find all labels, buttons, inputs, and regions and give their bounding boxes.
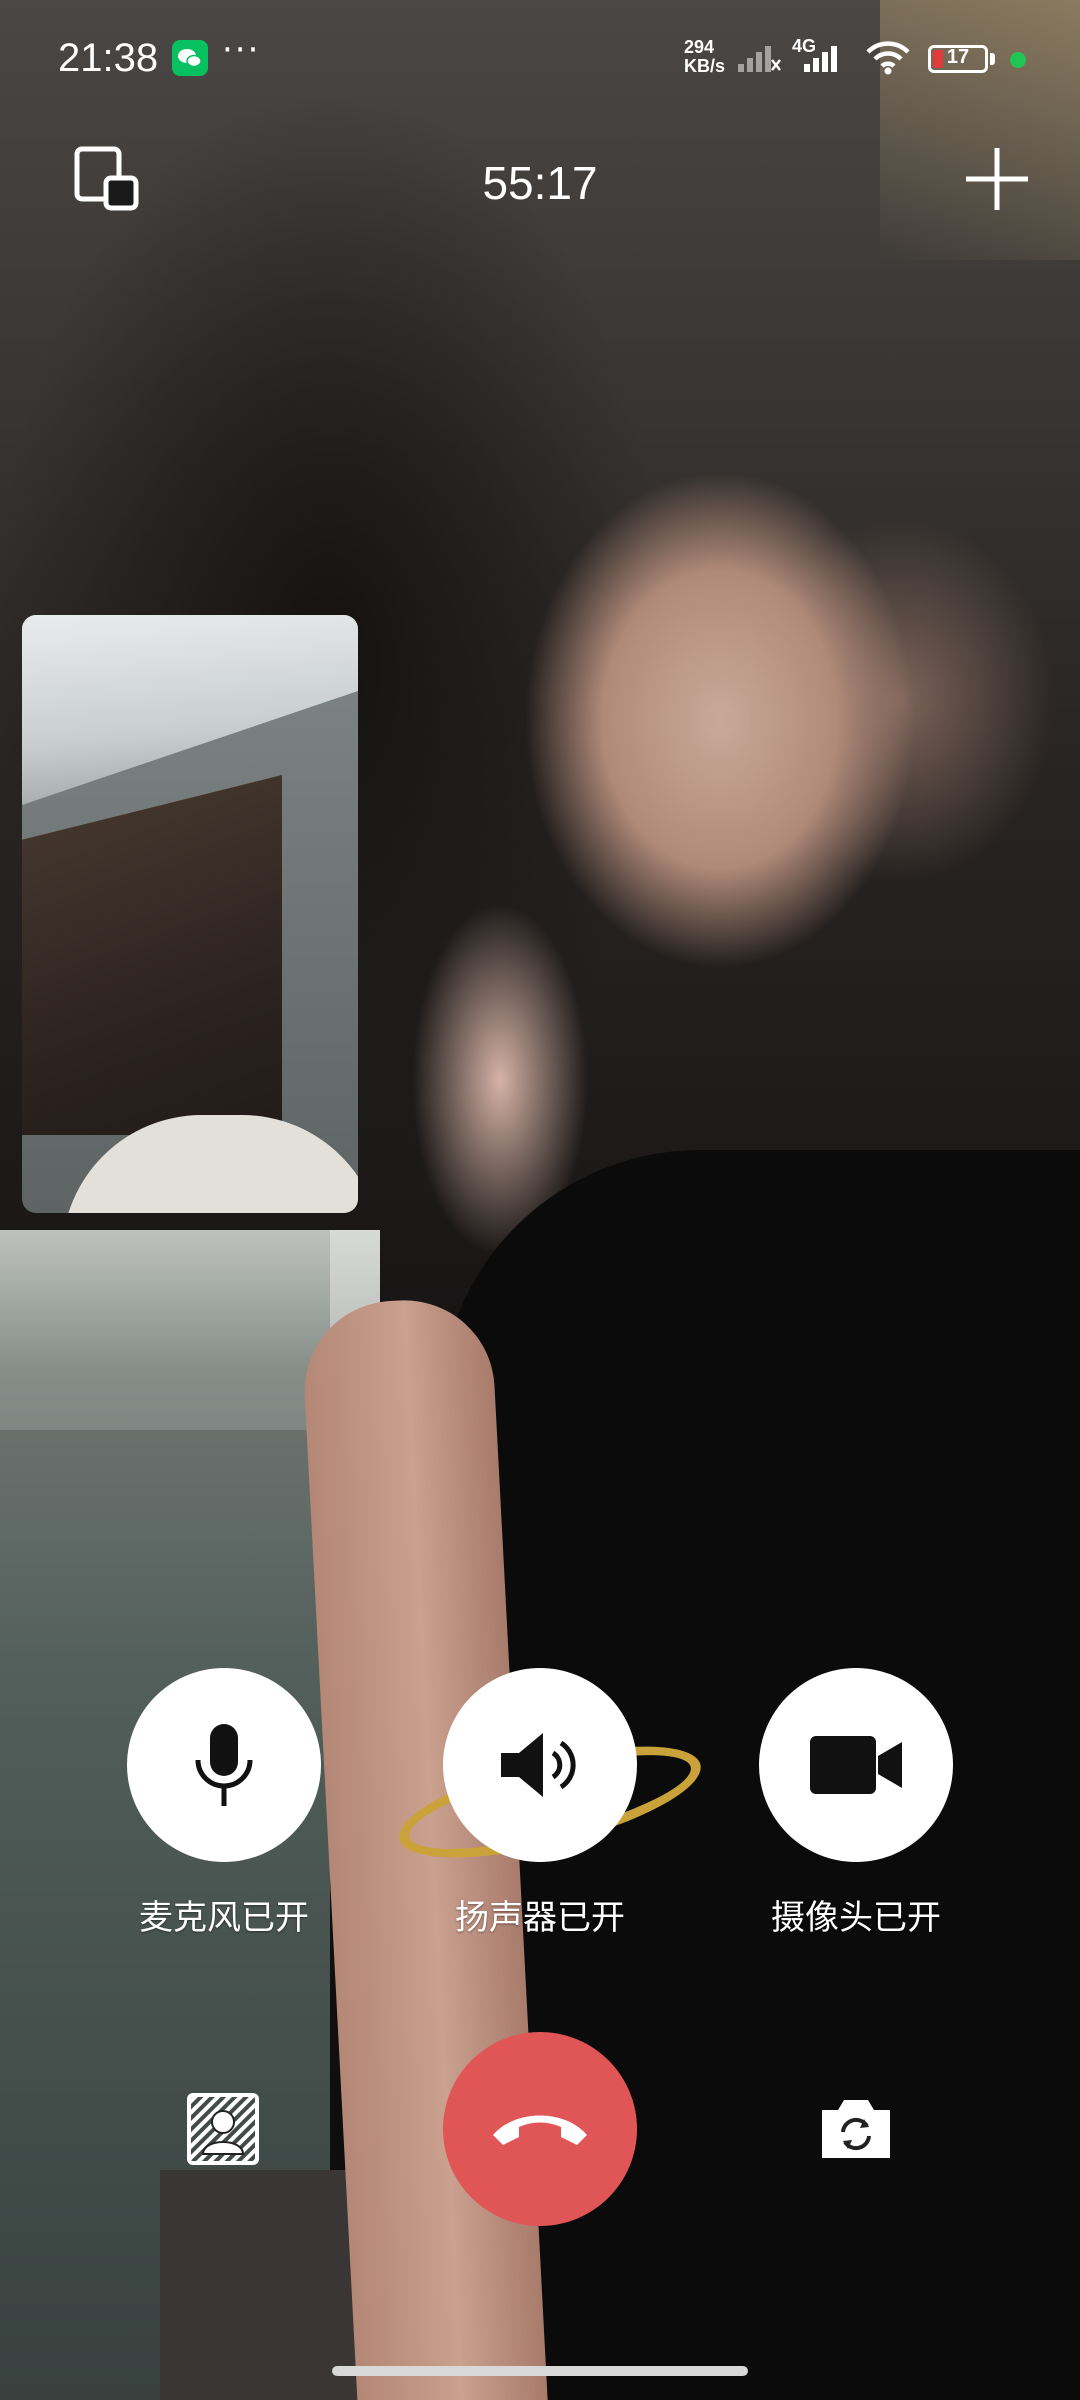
call-duration: 55:17 (482, 157, 598, 209)
network-speed-value: 294 (684, 37, 715, 57)
more-notifications-icon: ··· (222, 30, 261, 70)
speaker-button[interactable] (443, 1668, 637, 1862)
hang-up-button[interactable] (443, 2032, 637, 2226)
home-indicator[interactable] (332, 2366, 748, 2376)
microphone-toggle[interactable]: 麦克风已开 (99, 1668, 349, 1939)
network-speed: 294 KB/s (684, 38, 725, 76)
blur-background-icon (187, 2093, 259, 2165)
camera-button[interactable] (759, 1668, 953, 1862)
phone-hangup-icon (493, 2115, 587, 2145)
speaker-toggle[interactable]: 扬声器已开 (415, 1668, 665, 1939)
camera-toggle[interactable]: 摄像头已开 (731, 1668, 981, 1939)
network-speed-unit: KB/s (684, 56, 726, 76)
battery-icon: 17 (928, 45, 988, 73)
background-blur-button[interactable] (186, 2092, 260, 2166)
speaker-label: 扬声器已开 (455, 1898, 625, 1938)
add-participant-button[interactable] (962, 144, 1032, 214)
sim1-signal-icon (738, 42, 782, 78)
microphone-button[interactable] (127, 1668, 321, 1862)
microphone-icon (195, 1724, 253, 1806)
video-camera-icon (810, 1736, 902, 1794)
battery-tip (990, 53, 995, 65)
local-video-preview[interactable] (22, 615, 358, 1213)
plus-icon (966, 148, 1028, 210)
camera-label: 摄像头已开 (771, 1898, 941, 1938)
status-bar: 21:38 ··· 294 KB/s 4G 17 (0, 0, 1080, 120)
privacy-indicator-dot (1010, 52, 1026, 68)
flip-camera-button[interactable] (816, 2092, 896, 2166)
status-time: 21:38 (58, 36, 159, 80)
battery-level: 17 (946, 46, 970, 68)
microphone-label: 麦克风已开 (139, 1898, 309, 1938)
video-call-screen: 21:38 ··· 294 KB/s 4G 17 55:17 麦克风已开 扬声器… (0, 0, 1080, 2400)
sim2-signal-icon (804, 42, 848, 78)
wifi-icon (864, 40, 912, 80)
local-preview-scene (22, 615, 358, 805)
wechat-notification-icon (172, 40, 208, 76)
local-preview-scene (22, 775, 282, 1135)
flip-camera-icon (822, 2100, 890, 2158)
speaker-icon (501, 1733, 576, 1797)
